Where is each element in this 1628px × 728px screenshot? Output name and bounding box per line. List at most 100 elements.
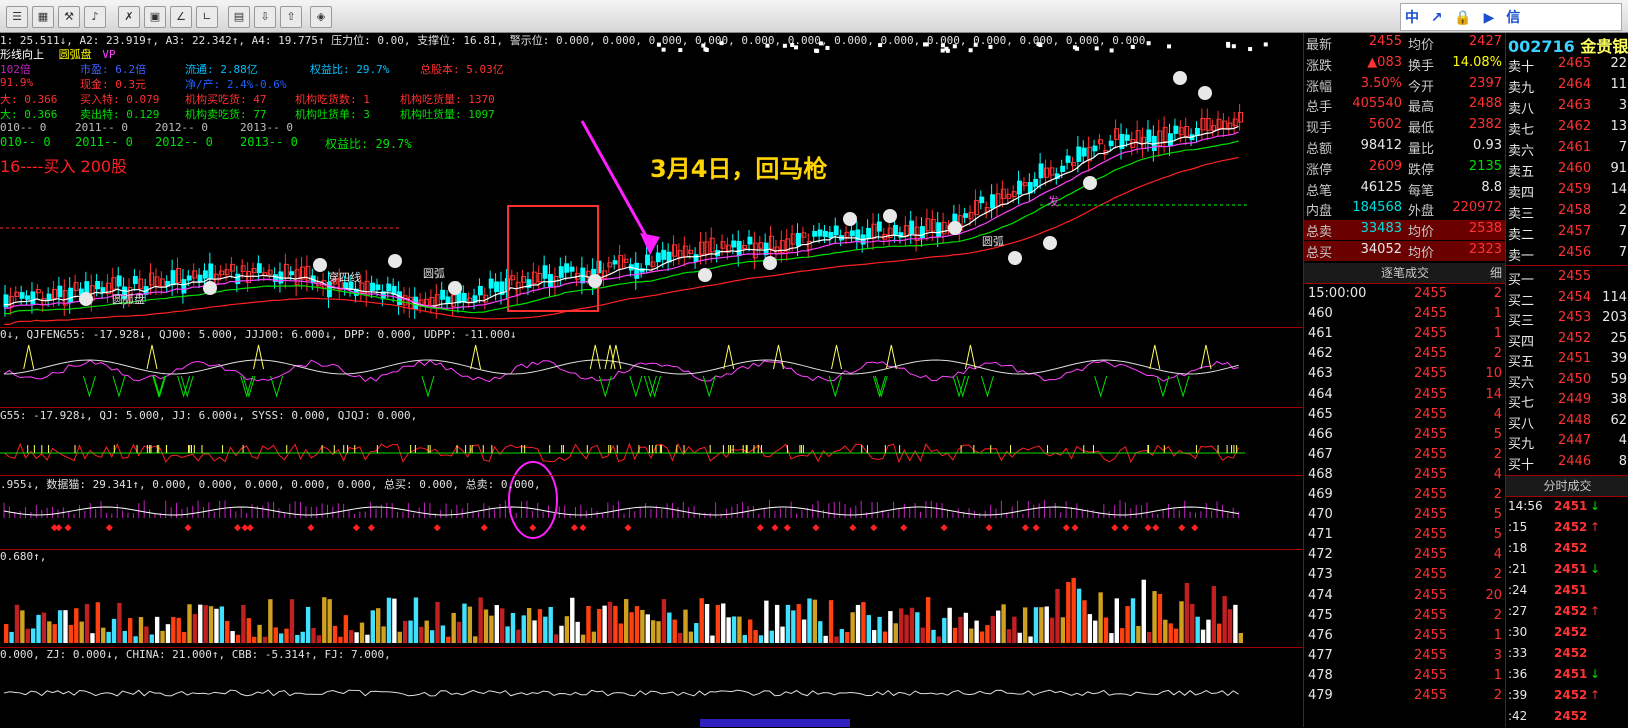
- candle-body: [736, 240, 742, 257]
- chart-icon[interactable]: ✗: [118, 6, 140, 28]
- volume-bar: [597, 608, 602, 643]
- trade-time: 463: [1308, 366, 1333, 382]
- ask-row: 卖六 2461 7: [1506, 138, 1628, 159]
- indicator-mark: [900, 524, 908, 532]
- trade-price: 2455: [1414, 688, 1448, 703]
- bid-volume: 39: [1610, 351, 1627, 366]
- trades-header-label: 逐笔成交: [1380, 266, 1429, 280]
- ask-row: 卖五 2460 91: [1506, 159, 1628, 180]
- wrench-icon[interactable]: ⚒: [58, 6, 80, 28]
- volume-bar: [753, 630, 758, 643]
- toolbar: ☰ ▦ ⚒ ♪ ✗ ▣ ∠ ∟ ▤ ⇩ ⇧ ◈ 中 ↗ 🔒 ▶ 信: [0, 0, 1628, 33]
- signal-dot: [1109, 48, 1114, 53]
- trade-volume: 1: [1493, 627, 1502, 643]
- volume-bar: [1195, 616, 1200, 643]
- candle-body: [181, 279, 187, 294]
- volume-bar: [225, 620, 230, 643]
- bell-icon[interactable]: ♪: [84, 6, 106, 28]
- quote-label: 量比: [1408, 142, 1435, 157]
- trade-price: 2455: [1414, 386, 1448, 402]
- quote-row: 涨跌 ▲083 换手 14.08%: [1304, 54, 1506, 74]
- ime-mode-label[interactable]: 中: [1405, 7, 1419, 27]
- trade-volume: 2: [1493, 607, 1502, 623]
- bid-label: 买四: [1508, 334, 1535, 350]
- bid-row: 买十 2446 8: [1506, 452, 1628, 473]
- volume-bar: [500, 608, 505, 643]
- smiley-icon: [203, 281, 217, 295]
- volume-bar: [128, 618, 133, 643]
- info-cell: 91.9%: [0, 76, 34, 89]
- kline-chart-area[interactable]: 1: 25.511↓, A2: 23.919↑, A3: 22.342↑, A4…: [0, 33, 1303, 727]
- chart-label: 圆弧: [982, 235, 1004, 248]
- lock-icon[interactable]: 🔒: [1454, 10, 1471, 26]
- tick-arrow: ↓: [1590, 562, 1601, 576]
- candle-body: [817, 229, 823, 237]
- bid-price: 2447: [1558, 433, 1592, 448]
- bid-price: 2454: [1558, 289, 1592, 305]
- bid-price: 2446: [1558, 453, 1592, 469]
- volume-bar: [370, 610, 375, 643]
- ask-row: 卖十 2465 22: [1506, 54, 1628, 75]
- indicator-mark: [352, 524, 360, 532]
- tick-price: 2452: [1554, 646, 1588, 660]
- trade-volume: 4: [1493, 547, 1502, 563]
- bars-icon[interactable]: ☰: [6, 6, 28, 28]
- diamond-icon[interactable]: ◈: [310, 6, 332, 28]
- signal-dot: [1231, 44, 1236, 49]
- quote-value: 220972: [1452, 200, 1502, 216]
- indicator-mark: [55, 524, 63, 532]
- volume-bar: [101, 627, 106, 643]
- panel-divider: [0, 407, 1303, 408]
- indicator-mark: [643, 375, 657, 398]
- toolbar-right-widget[interactable]: 中 ↗ 🔒 ▶ 信: [1400, 3, 1622, 31]
- play-icon[interactable]: ▶: [1484, 10, 1495, 26]
- trade-row: 15:00:00 2455 2: [1304, 284, 1506, 305]
- volume-bar: [791, 610, 796, 643]
- candle-body: [548, 273, 553, 288]
- trade-price: 2455: [1414, 627, 1448, 643]
- download-icon[interactable]: ⇩: [254, 6, 276, 28]
- smiley-icon: [1198, 86, 1212, 100]
- indicator-mark: [771, 524, 779, 532]
- arrow-icon[interactable]: ↗: [1431, 10, 1443, 26]
- trade-price: 2455: [1414, 607, 1448, 623]
- bid-price: 2449: [1558, 392, 1592, 407]
- message-label[interactable]: 信: [1506, 7, 1520, 27]
- trade-row: 479 2455 2: [1304, 686, 1506, 707]
- smiley-icon: [698, 268, 712, 282]
- trade-list-panel[interactable]: 逐笔成交 细 15:00:00 2455 2 460 2455 1 461 2455 1 462 2…: [1303, 263, 1506, 727]
- volume-bar: [904, 614, 909, 643]
- volume-bar: [618, 623, 623, 643]
- volume-bar: [726, 617, 731, 643]
- volume-bar: [386, 597, 392, 643]
- upload-icon[interactable]: ⇧: [280, 6, 302, 28]
- page-icon[interactable]: ▤: [228, 6, 250, 28]
- volume-bar: [305, 606, 311, 643]
- trades-detail-toggle[interactable]: 细: [1490, 263, 1502, 283]
- quote-value: 0.93: [1473, 138, 1502, 153]
- volume-bar: [963, 612, 969, 643]
- draw-icon[interactable]: ∠: [170, 6, 192, 28]
- candle-body: [661, 249, 667, 260]
- trade-volume: 2: [1493, 688, 1502, 703]
- trade-volume: 2: [1493, 286, 1502, 301]
- indicator-mark: [624, 524, 632, 532]
- highlight-box: [507, 205, 599, 312]
- draw2-icon[interactable]: ∟: [196, 6, 218, 28]
- candle-body: [564, 263, 570, 273]
- tick-time: :21: [1508, 562, 1528, 576]
- ask-label: 卖九: [1508, 81, 1535, 96]
- signal-dot: [1167, 44, 1172, 49]
- grid-icon[interactable]: ▦: [32, 6, 54, 28]
- volume-bar: [1033, 607, 1039, 643]
- volume-bar: [694, 623, 699, 643]
- ticks-header[interactable]: 分时成交: [1506, 475, 1628, 497]
- panel-divider: [0, 549, 1303, 550]
- ma-line: [3, 131, 1239, 309]
- trades-header[interactable]: 逐笔成交 细: [1304, 263, 1506, 284]
- volume-bar: [1184, 582, 1190, 643]
- monitor-icon[interactable]: ▣: [144, 6, 166, 28]
- candle-body: [747, 236, 753, 245]
- quote-value: 46125: [1360, 179, 1402, 195]
- candle-body: [558, 266, 564, 278]
